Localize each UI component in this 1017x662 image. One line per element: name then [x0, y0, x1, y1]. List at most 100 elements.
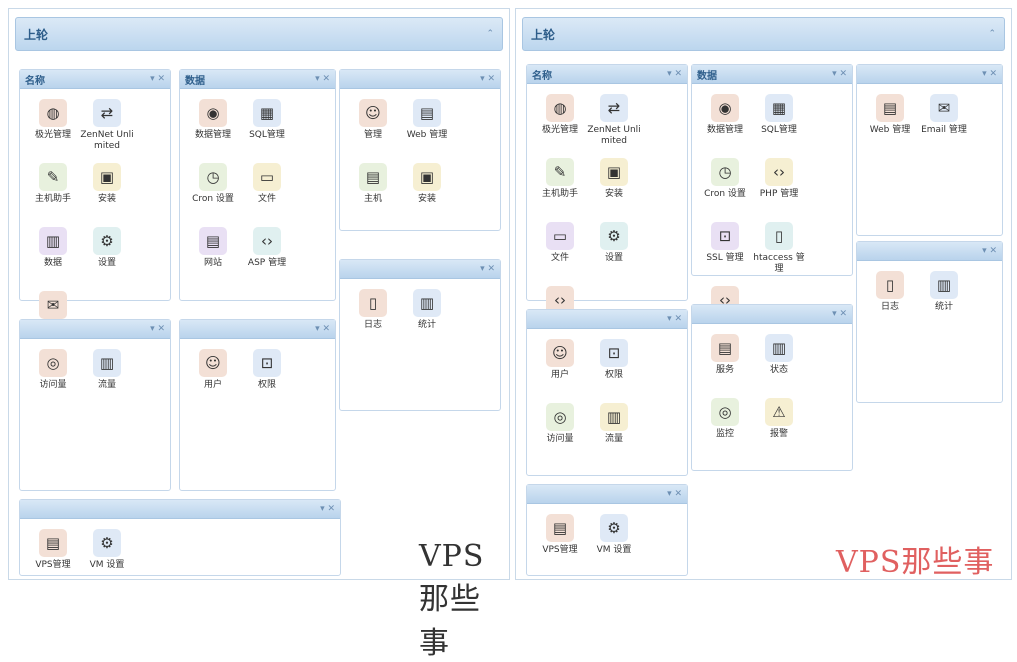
launcher-item[interactable]: ▤ VPS管理 [533, 510, 587, 574]
panel-controls-icon[interactable]: ▾ ✕ [982, 246, 997, 256]
launcher-item[interactable]: ▤ VPS管理 [26, 525, 80, 589]
launcher-item[interactable]: ▤ 主机 [346, 159, 400, 223]
panel-controls-icon[interactable]: ▾ ✕ [667, 489, 682, 499]
table-icon: ▦ [253, 99, 281, 127]
launcher-item-label: 主机 [363, 194, 382, 204]
panel-controls-icon[interactable]: ▾ ✕ [832, 69, 847, 79]
launcher-item-label: 主机助手 [34, 194, 71, 204]
launcher-item-label: 设置 [604, 253, 623, 263]
launcher-item[interactable]: ◍ 极光管理 [26, 95, 80, 159]
launcher-item[interactable]: ⊡ 权限 [587, 335, 641, 399]
launcher-item[interactable]: ▥ 数据 [26, 223, 80, 287]
code-icon: ‹› [765, 158, 793, 186]
launcher-item-label: 日志 [880, 302, 899, 312]
gear-icon: ⚙ [600, 222, 628, 250]
launcher-item[interactable]: ⊡ SSL 管理 [698, 218, 752, 282]
launcher-item[interactable]: ▤ 网站 [186, 223, 240, 287]
launcher-item[interactable]: ◷ Cron 设置 [186, 159, 240, 223]
right-panel-6: ▾ ✕ ▤ VPS管理 ⚙ VM 设置 [526, 484, 688, 576]
launcher-item[interactable]: ▯ htaccess 管理 [752, 218, 806, 282]
network-icon: ⇄ [93, 99, 121, 127]
launcher-item[interactable]: ⚙ VM 设置 [80, 525, 134, 589]
panel-controls-icon[interactable]: ▾ ✕ [982, 69, 997, 79]
launcher-item[interactable]: ▭ 文件 [240, 159, 294, 223]
launcher-item[interactable]: ✉ Email 管理 [917, 90, 971, 154]
launcher-item-label: 主机助手 [541, 189, 578, 199]
launcher-item[interactable]: ☺ 用户 [186, 345, 240, 409]
launcher-item[interactable]: ▦ SQL管理 [240, 95, 294, 159]
launcher-item[interactable]: ▥ 状态 [752, 330, 806, 394]
right-pane: 上轮 ⌃ 名称 ▾ ✕ ◍ 极光管理 ⇄ ZenNet Unlimited ✎ 主机助手 ▣ 安… [515, 8, 1012, 580]
launcher-item-label: 流量 [604, 434, 623, 444]
lock-icon: ⊡ [711, 222, 739, 250]
panel-controls-icon[interactable]: ▾ ✕ [315, 324, 330, 334]
panel-controls-icon[interactable]: ▾ ✕ [315, 74, 330, 84]
launcher-item[interactable]: ▣ 安装 [587, 154, 641, 218]
launcher-item-label: SQL管理 [249, 130, 285, 140]
launcher-item[interactable]: ▥ 流量 [587, 399, 641, 463]
lock-icon: ⊡ [600, 339, 628, 367]
launcher-item[interactable]: ▯ 日志 [346, 285, 400, 349]
launcher-item[interactable]: ◎ 监控 [698, 394, 752, 458]
panel-controls-icon[interactable]: ▾ ✕ [480, 264, 495, 274]
launcher-item[interactable]: ▦ SQL管理 [752, 90, 806, 154]
launcher-item[interactable]: ▭ 文件 [533, 218, 587, 282]
right-pane-title: 上轮 ⌃ [522, 17, 1005, 51]
launcher-item-label: Cron 设置 [192, 194, 234, 204]
launcher-item-label: Web 管理 [406, 130, 448, 140]
launcher-item[interactable]: ‹› PHP 管理 [752, 154, 806, 218]
launcher-item[interactable]: ⚙ 设置 [587, 218, 641, 282]
left-pane-title: 上轮 ⌃ [15, 17, 503, 51]
launcher-item[interactable]: ◉ 数据管理 [186, 95, 240, 159]
launcher-item[interactable]: ▤ Web 管理 [863, 90, 917, 154]
panel-controls-icon[interactable]: ▾ ✕ [480, 74, 495, 84]
panel-controls-icon[interactable]: ▾ ✕ [832, 309, 847, 319]
left-panel-1: 数据 ▾ ✕ ◉ 数据管理 ▦ SQL管理 ◷ Cron 设置 ▭ 文件 ▤ 网站 ‹› ASP 管理 [179, 69, 336, 301]
panel-controls-icon[interactable]: ▾ ✕ [667, 314, 682, 324]
launcher-item[interactable]: ⚙ VM 设置 [587, 510, 641, 574]
server-icon: ▤ [39, 529, 67, 557]
launcher-item[interactable]: ▥ 统计 [917, 267, 971, 331]
user-icon: ☺ [359, 99, 387, 127]
right-panel-1: 数据 ▾ ✕ ◉ 数据管理 ▦ SQL管理 ◷ Cron 设置 ‹› PHP 管理 ⊡ SSL 管理… [691, 64, 853, 327]
launcher-item[interactable]: ⇄ ZenNet Unlimited [80, 95, 134, 159]
panel-controls-icon[interactable]: ▾ ✕ [667, 69, 682, 79]
launcher-item[interactable]: ◎ 访问量 [533, 399, 587, 463]
panel-controls-icon[interactable]: ▾ ✕ [150, 74, 165, 84]
panel-controls-icon[interactable]: ▾ ✕ [320, 504, 335, 514]
launcher-item-label: 文件 [257, 194, 276, 204]
launcher-item[interactable]: ◷ Cron 设置 [698, 154, 752, 218]
eye-icon: ◎ [711, 398, 739, 426]
eye-icon: ◎ [39, 349, 67, 377]
launcher-item[interactable]: ▤ Web 管理 [400, 95, 454, 159]
launcher-item[interactable]: ⚠ 报警 [752, 394, 806, 458]
launcher-item-label: 文件 [550, 253, 569, 263]
gear-icon: ⚙ [600, 514, 628, 542]
launcher-item[interactable]: ✎ 主机助手 [533, 154, 587, 218]
launcher-item[interactable]: ▣ 安装 [80, 159, 134, 223]
launcher-item[interactable]: ⚙ 设置 [80, 223, 134, 287]
launcher-item[interactable]: ◍ 极光管理 [533, 90, 587, 154]
launcher-item[interactable]: ☺ 管理 [346, 95, 400, 159]
wrench-icon: ✎ [546, 158, 574, 186]
launcher-item[interactable]: ✎ 主机助手 [26, 159, 80, 223]
launcher-item[interactable]: ☺ 用户 [533, 335, 587, 399]
launcher-item[interactable]: ▣ 安装 [400, 159, 454, 223]
launcher-item[interactable]: ▥ 流量 [80, 345, 134, 409]
launcher-item[interactable]: ▥ 统计 [400, 285, 454, 349]
launcher-item-label: VM 设置 [89, 560, 125, 570]
launcher-item[interactable]: ◉ 数据管理 [698, 90, 752, 154]
globe-icon: ◍ [546, 94, 574, 122]
launcher-item-label: 网站 [203, 258, 222, 268]
browser-icon: ▤ [413, 99, 441, 127]
launcher-item[interactable]: ▤ 服务 [698, 330, 752, 394]
launcher-item[interactable]: ‹› ASP 管理 [240, 223, 294, 287]
launcher-item[interactable]: ▯ 日志 [863, 267, 917, 331]
launcher-item-label: 统计 [417, 320, 436, 330]
launcher-item[interactable]: ⇄ ZenNet Unlimited [587, 90, 641, 154]
launcher-item[interactable]: ◎ 访问量 [26, 345, 80, 409]
collapse-icon[interactable]: ⌃ [486, 29, 494, 39]
launcher-item[interactable]: ⊡ 权限 [240, 345, 294, 409]
collapse-icon[interactable]: ⌃ [988, 29, 996, 39]
panel-controls-icon[interactable]: ▾ ✕ [150, 324, 165, 334]
